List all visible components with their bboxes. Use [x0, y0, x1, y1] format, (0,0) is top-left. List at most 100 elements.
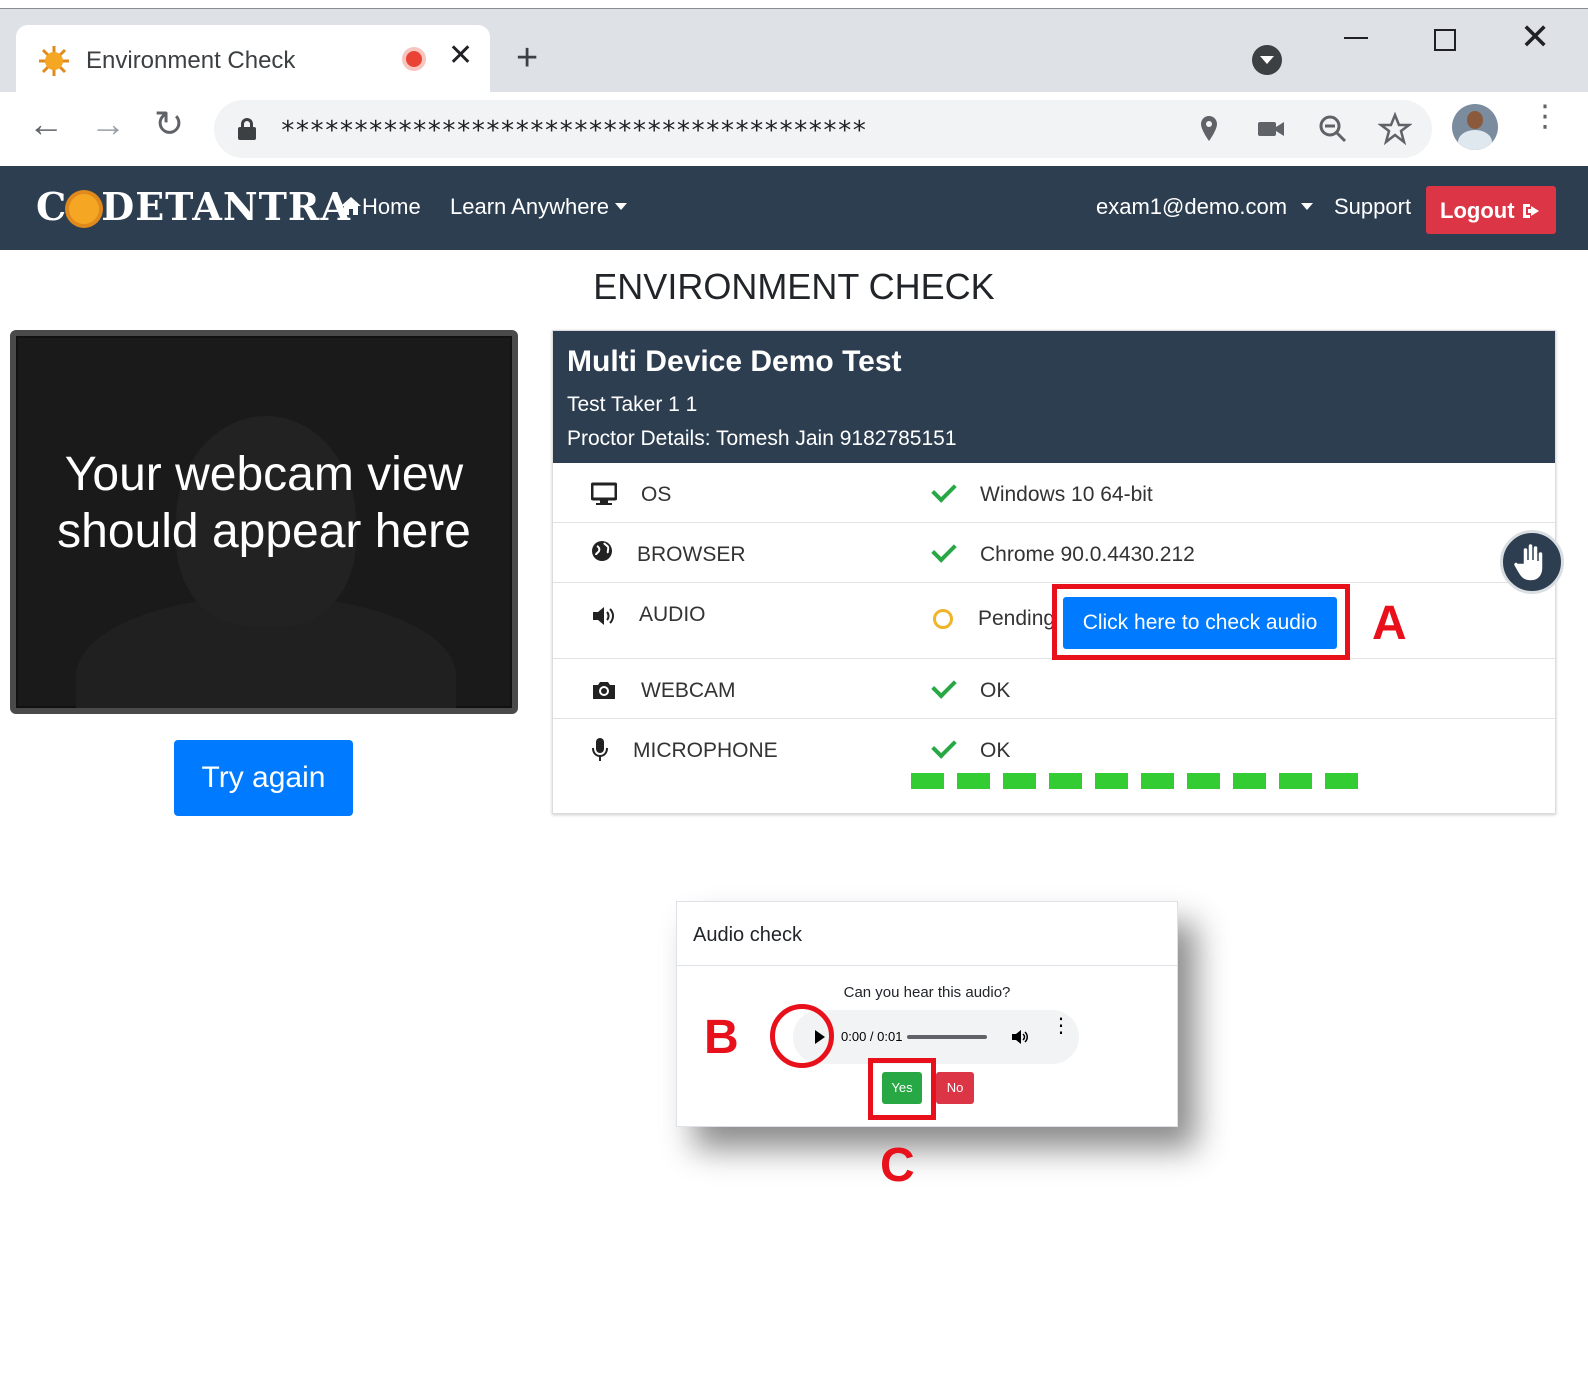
zoom-icon[interactable]	[1316, 112, 1350, 146]
logout-button[interactable]: Logout	[1426, 186, 1556, 234]
nav-learn-label: Learn Anywhere	[450, 194, 609, 219]
try-again-button[interactable]: Try again	[174, 740, 353, 816]
browser-tabstrip: Environment Check ✕ + ✕	[0, 8, 1588, 95]
logout-label: Logout	[1440, 198, 1515, 223]
plus-icon[interactable]: +	[516, 39, 538, 77]
mic-level-bar	[1049, 773, 1082, 789]
check-value: Windows 10 64-bit	[980, 483, 1153, 506]
mic-level-bar	[1095, 773, 1128, 789]
close-icon[interactable]: ✕	[448, 41, 473, 71]
test-name: Multi Device Demo Test	[567, 345, 902, 378]
check-value: OK	[980, 679, 1011, 702]
minimize-icon[interactable]	[1344, 37, 1368, 39]
brand-logo[interactable]: C DETANTRA	[36, 184, 351, 229]
tab-title: Environment Check	[86, 47, 296, 74]
nav-support[interactable]: Support	[1334, 194, 1411, 220]
nav-home[interactable]: Home	[340, 194, 421, 220]
webcam-message: Your webcam view should appear here	[57, 448, 471, 558]
mic-level-bar	[911, 773, 944, 789]
mic-level-bar	[1141, 773, 1174, 789]
globe-icon	[592, 541, 612, 561]
check-row-browser: BROWSER Chrome 90.0.4430.212	[553, 523, 1555, 583]
chevron-down-icon	[615, 203, 627, 210]
brand-pre: C	[36, 184, 68, 229]
check-label: BROWSER	[637, 543, 746, 566]
check-row-os: OS Windows 10 64-bit	[553, 463, 1555, 523]
mic-level-bar	[1279, 773, 1312, 789]
audio-time: 0:00 / 0:01	[841, 1029, 903, 1044]
microphone-icon	[592, 738, 608, 761]
browser-tab[interactable]: Environment Check ✕	[16, 25, 490, 95]
home-icon	[341, 197, 361, 215]
no-button[interactable]: No	[936, 1072, 974, 1104]
annotation-circle-b	[770, 1004, 834, 1068]
test-taker: Test Taker 1 1	[567, 393, 698, 416]
sun-favicon-icon	[39, 46, 69, 76]
brand-post: DETANTRA	[101, 184, 351, 229]
page-title: ENVIRONMENT CHECK	[593, 266, 995, 307]
chevron-down-icon	[1301, 203, 1314, 210]
check-value: Chrome 90.0.4430.212	[980, 543, 1195, 566]
avatar[interactable]	[1452, 104, 1498, 150]
modal-question: Can you hear this audio?	[843, 984, 1011, 1001]
tab-search-icon[interactable]	[1252, 45, 1282, 75]
nav-learn-anywhere[interactable]: Learn Anywhere	[450, 194, 627, 220]
back-icon[interactable]: ←	[28, 106, 64, 142]
sign-out-icon	[1522, 204, 1539, 218]
annotation-label-b: B	[704, 1011, 739, 1064]
raise-hand-button[interactable]	[1500, 530, 1564, 594]
check-icon	[931, 537, 957, 563]
webcam-preview: Your webcam view should appear here	[10, 330, 518, 714]
mic-level-meter	[911, 773, 1371, 789]
star-icon[interactable]	[1378, 112, 1412, 146]
window-close-icon[interactable]: ✕	[1520, 19, 1550, 55]
audio-player: 0:00 / 0:01 ⋮	[793, 1010, 1079, 1064]
check-icon	[931, 673, 957, 699]
mic-level-bar	[1233, 773, 1266, 789]
check-icon	[931, 733, 957, 759]
monitor-icon	[591, 482, 617, 505]
user-email: exam1@demo.com	[1096, 194, 1288, 219]
annotation-label-a: A	[1372, 597, 1407, 650]
annotation-box-a	[1052, 584, 1350, 660]
clock-icon	[933, 609, 953, 629]
check-value: OK	[980, 739, 1011, 762]
nav-home-label: Home	[362, 194, 421, 219]
camera-icon[interactable]	[1254, 112, 1288, 146]
proctor-details: Proctor Details: Tomesh Jain 9182785151	[567, 427, 957, 450]
maximize-icon[interactable]	[1434, 29, 1456, 51]
kebab-icon[interactable]: ⋮	[1530, 102, 1560, 132]
check-icon	[931, 477, 957, 503]
audio-seek-slider[interactable]	[907, 1035, 987, 1039]
camera-icon	[593, 682, 615, 699]
volume-icon[interactable]	[1011, 1029, 1029, 1045]
modal-title: Audio check	[693, 924, 802, 946]
check-label: AUDIO	[639, 603, 706, 626]
check-value: Pending	[978, 607, 1056, 630]
mic-level-bar	[1003, 773, 1036, 789]
speaker-icon	[593, 607, 614, 625]
sun-logo-icon	[69, 194, 100, 224]
check-row-microphone: MICROPHONE OK	[553, 719, 1555, 813]
annotation-label-c: C	[880, 1139, 915, 1192]
browser-toolbar: ← → ↻ **********************************…	[0, 92, 1588, 166]
audio-options-icon[interactable]: ⋮	[1051, 1016, 1071, 1036]
mic-level-bar	[1187, 773, 1220, 789]
reload-icon[interactable]: ↻	[154, 106, 184, 142]
site-navbar: C DETANTRA Home Learn Anywhere exam1@demo…	[0, 166, 1588, 250]
url-text: ****************************************	[280, 116, 867, 146]
recording-icon	[402, 47, 426, 71]
nav-user-menu[interactable]: exam1@demo.com	[1096, 194, 1314, 220]
check-label: WEBCAM	[641, 679, 736, 702]
modal-header: Audio check	[677, 902, 1177, 966]
lock-icon[interactable]	[238, 118, 256, 140]
annotation-box-c	[868, 1058, 936, 1120]
check-row-webcam: WEBCAM OK	[553, 659, 1555, 719]
test-header: Multi Device Demo Test Test Taker 1 1 Pr…	[553, 331, 1555, 463]
forward-icon[interactable]: →	[90, 106, 126, 142]
check-label: MICROPHONE	[633, 739, 778, 762]
mic-level-bar	[957, 773, 990, 789]
address-bar[interactable]: ****************************************	[214, 100, 1432, 158]
environment-check-card: Multi Device Demo Test Test Taker 1 1 Pr…	[552, 330, 1556, 814]
location-icon[interactable]	[1192, 112, 1226, 146]
